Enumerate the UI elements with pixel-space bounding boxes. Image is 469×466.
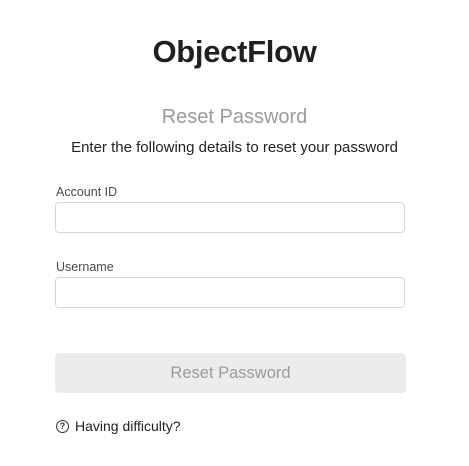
help-link[interactable]: ? Having difficulty? [56, 418, 181, 434]
app-logo: ObjectFlow [152, 34, 317, 69]
username-label: Username [56, 260, 114, 274]
page-subtitle: Enter the following details to reset you… [71, 139, 398, 156]
account-id-label: Account ID [56, 185, 118, 199]
username-input[interactable] [55, 277, 405, 308]
help-link-label: Having difficulty? [75, 418, 181, 434]
question-circle-icon: ? [56, 419, 69, 433]
reset-password-button[interactable]: Reset Password [55, 353, 406, 393]
account-id-input[interactable] [55, 202, 405, 233]
page-title: Reset Password [161, 106, 308, 128]
